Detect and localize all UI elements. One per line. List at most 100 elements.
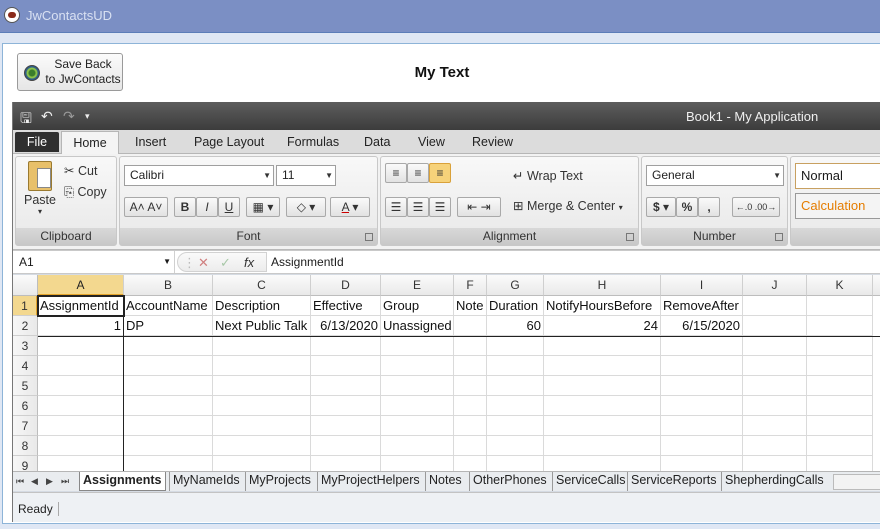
cell-i8[interactable] — [661, 436, 743, 456]
cell-h2[interactable]: 24 — [544, 316, 661, 336]
cell-f3[interactable] — [454, 336, 487, 356]
cell-d9[interactable] — [311, 456, 381, 471]
cell-a9[interactable] — [38, 456, 124, 471]
cell-c2[interactable]: Next Public Talk — [213, 316, 311, 336]
style-normal[interactable]: Normal — [795, 163, 880, 189]
cell-i6[interactable] — [661, 396, 743, 416]
cell-j4[interactable] — [743, 356, 807, 376]
cell-k4[interactable] — [807, 356, 873, 376]
indent-buttons[interactable]: ⇤ ⇥ — [457, 197, 501, 217]
cell-c8[interactable] — [213, 436, 311, 456]
first-sheet-icon[interactable]: ⏮ — [16, 476, 24, 487]
cell-e8[interactable] — [381, 436, 454, 456]
align-center-button[interactable]: ☰ — [407, 197, 429, 217]
cell-f7[interactable] — [454, 416, 487, 436]
cell-h6[interactable] — [544, 396, 661, 416]
align-top-button[interactable]: ≡ — [385, 163, 407, 183]
cell-g3[interactable] — [487, 336, 544, 356]
cell-c3[interactable] — [213, 336, 311, 356]
cell-f8[interactable] — [454, 436, 487, 456]
cell-j5[interactable] — [743, 376, 807, 396]
cell-a5[interactable] — [38, 376, 124, 396]
cell-j7[interactable] — [743, 416, 807, 436]
cell-i3[interactable] — [661, 336, 743, 356]
cell-c1[interactable]: Description — [213, 296, 311, 316]
row-header-8[interactable]: 8 — [13, 436, 38, 456]
sheet-tab-shepherdingcalls[interactable]: ShepherdingCalls — [721, 472, 827, 491]
cell-j8[interactable] — [743, 436, 807, 456]
cell-i1[interactable]: RemoveAfter — [661, 296, 743, 316]
row-header-2[interactable]: 2 — [13, 316, 38, 336]
cell-b2[interactable]: DP — [124, 316, 213, 336]
cell-h3[interactable] — [544, 336, 661, 356]
save-icon[interactable]: 🖫 — [20, 108, 32, 132]
cell-i2[interactable]: 6/15/2020 — [661, 316, 743, 336]
cell-k8[interactable] — [807, 436, 873, 456]
cut-button[interactable]: ✂ Cut — [64, 163, 97, 178]
cell-a8[interactable] — [38, 436, 124, 456]
column-header-c[interactable]: C — [213, 275, 311, 296]
cell-e4[interactable] — [381, 356, 454, 376]
style-calculation[interactable]: Calculation — [795, 193, 880, 219]
cell-a7[interactable] — [38, 416, 124, 436]
cell-d6[interactable] — [311, 396, 381, 416]
underline-button[interactable]: U — [218, 197, 240, 217]
cell-g9[interactable] — [487, 456, 544, 471]
customize-qat-icon[interactable]: ▾ — [85, 111, 90, 122]
cell-f1[interactable]: Note — [454, 296, 487, 316]
cell-b8[interactable] — [124, 436, 213, 456]
column-header-k[interactable]: K — [807, 275, 873, 296]
percent-button[interactable]: % — [676, 197, 698, 217]
row-header-9[interactable]: 9 — [13, 456, 38, 471]
cell-h9[interactable] — [544, 456, 661, 471]
cell-d8[interactable] — [311, 436, 381, 456]
column-header-d[interactable]: D — [311, 275, 381, 296]
cell-g2[interactable]: 60 — [487, 316, 544, 336]
cell-c4[interactable] — [213, 356, 311, 376]
row-header-1[interactable]: 1 — [13, 296, 38, 316]
cell-f4[interactable] — [454, 356, 487, 376]
column-header-g[interactable]: G — [487, 275, 544, 296]
cell-a6[interactable] — [38, 396, 124, 416]
decimal-buttons[interactable]: ←.0 .00→ — [732, 197, 780, 217]
cell-e7[interactable] — [381, 416, 454, 436]
cell-e6[interactable] — [381, 396, 454, 416]
cell-a3[interactable] — [38, 336, 124, 356]
font-color-button[interactable]: A ▾ — [330, 197, 370, 217]
font-family-select[interactable]: Calibri ▼ — [124, 165, 274, 186]
grow-shrink-font-buttons[interactable]: A˄ A˅ — [124, 197, 168, 217]
cell-a1[interactable]: AssignmentId — [38, 296, 124, 316]
row-header-5[interactable]: 5 — [13, 376, 38, 396]
cell-k2[interactable] — [807, 316, 873, 336]
sheet-tab-notes[interactable]: Notes — [425, 472, 465, 491]
undo-icon[interactable]: ↶ — [41, 108, 53, 125]
cell-j2[interactable] — [743, 316, 807, 336]
cell-h5[interactable] — [544, 376, 661, 396]
cell-a2[interactable]: 1 — [38, 316, 124, 336]
tab-home[interactable]: Home — [61, 131, 119, 155]
cell-h8[interactable] — [544, 436, 661, 456]
sheet-tab-servicereports[interactable]: ServiceReports — [627, 472, 719, 491]
sheet-tab-myprojects[interactable]: MyProjects — [245, 472, 314, 491]
cell-h1[interactable]: NotifyHoursBefore — [544, 296, 661, 316]
cell-d7[interactable] — [311, 416, 381, 436]
row-header-3[interactable]: 3 — [13, 336, 38, 356]
cell-k6[interactable] — [807, 396, 873, 416]
cell-a4[interactable] — [38, 356, 124, 376]
horizontal-scrollbar[interactable] — [833, 474, 880, 490]
cell-i9[interactable] — [661, 456, 743, 471]
align-middle-button[interactable]: ≡ — [407, 163, 429, 183]
tab-data[interactable]: Data — [364, 135, 390, 149]
column-header-h[interactable]: H — [544, 275, 661, 296]
cell-j6[interactable] — [743, 396, 807, 416]
sheet-tab-servicecalls[interactable]: ServiceCalls — [552, 472, 628, 491]
column-header-j[interactable]: J — [743, 275, 807, 296]
merge-center-button[interactable]: ⊞ Merge & Center ▾ — [513, 198, 623, 213]
cell-e9[interactable] — [381, 456, 454, 471]
cell-d1[interactable]: Effective — [311, 296, 381, 316]
sheet-tab-mynameids[interactable]: MyNameIds — [169, 472, 243, 491]
cell-j3[interactable] — [743, 336, 807, 356]
cell-g6[interactable] — [487, 396, 544, 416]
fill-color-button[interactable]: ◇ ▾ — [286, 197, 326, 217]
column-header-f[interactable]: F — [454, 275, 487, 296]
